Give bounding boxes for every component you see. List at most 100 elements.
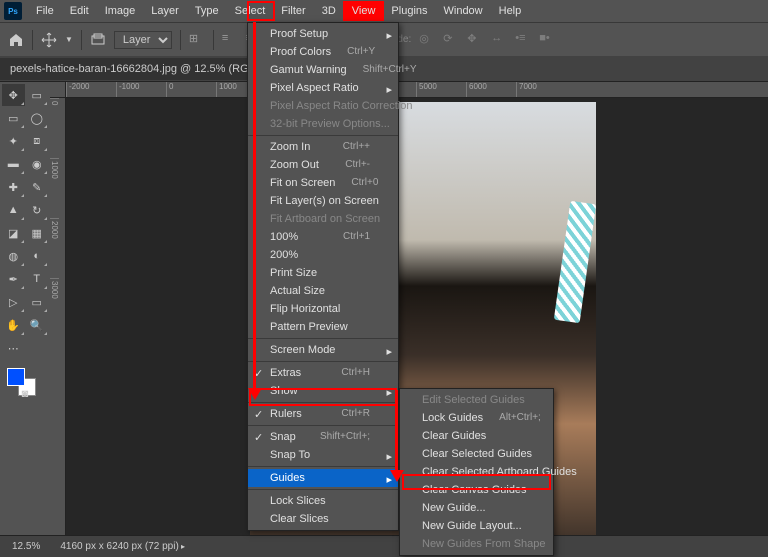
marquee-tool[interactable]: ▭	[2, 107, 25, 129]
menu-item-snap[interactable]: SnapShift+Ctrl+;✓	[248, 428, 398, 446]
document-info[interactable]: 4160 px x 6240 px (72 ppi)	[60, 541, 185, 552]
menu-item-label: Pixel Aspect Ratio Correction	[270, 100, 412, 112]
ruler-corner	[50, 82, 66, 98]
ruler-tick: 0	[50, 98, 59, 158]
menu-item-200[interactable]: 200%	[248, 246, 398, 264]
crop-tool[interactable]: ⧈	[26, 130, 49, 152]
hand-tool[interactable]: ✋	[2, 314, 25, 336]
menu-item-fit-artboard-on-screen: Fit Artboard on Screen	[248, 210, 398, 228]
menu-item-edit-selected-guides: Edit Selected Guides	[400, 391, 553, 409]
home-icon[interactable]	[8, 32, 24, 48]
menu-item-fit-on-screen[interactable]: Fit on ScreenCtrl+0	[248, 174, 398, 192]
wand-tool[interactable]: ✦	[2, 130, 25, 152]
menu-item-pattern-preview[interactable]: Pattern Preview	[248, 318, 398, 336]
history-brush-tool[interactable]: ↻	[26, 199, 49, 221]
menu-item-clear-slices[interactable]: Clear Slices	[248, 510, 398, 528]
menu-item-label: Snap To	[270, 449, 310, 461]
menu-item-zoom-out[interactable]: Zoom OutCtrl+-	[248, 156, 398, 174]
menu-shortcut: Ctrl+R	[341, 408, 370, 420]
menu-window[interactable]: Window	[436, 2, 491, 20]
menu-item-print-size[interactable]: Print Size	[248, 264, 398, 282]
menu-view[interactable]: View	[344, 2, 384, 20]
3d-slide-icon[interactable]: ↔	[491, 32, 507, 48]
menu-item-clear-guides[interactable]: Clear Guides	[400, 427, 553, 445]
menu-item-label: Edit Selected Guides	[422, 394, 525, 406]
menu-3d[interactable]: 3D	[314, 2, 344, 20]
menu-item-new-guide[interactable]: New Guide...	[400, 499, 553, 517]
menu-layer[interactable]: Layer	[143, 2, 187, 20]
menu-shortcut: Ctrl+Y	[347, 46, 375, 58]
dodge-tool[interactable]: ◐	[26, 245, 49, 267]
menu-help[interactable]: Help	[491, 2, 530, 20]
gradient-tool[interactable]: ▦	[26, 222, 49, 244]
menu-item-pixel-aspect-ratio[interactable]: Pixel Aspect Ratio▸	[248, 79, 398, 97]
shape-tool[interactable]: ▭	[26, 291, 49, 313]
menu-item-proof-setup[interactable]: Proof Setup▸	[248, 25, 398, 43]
menu-item-clear-selected-artboard-guides[interactable]: Clear Selected Artboard Guides	[400, 463, 553, 481]
menu-item-lock-guides[interactable]: Lock GuidesAlt+Ctrl+;	[400, 409, 553, 427]
zoom-tool[interactable]: 🔍	[26, 314, 49, 336]
menu-item-flip-horizontal[interactable]: Flip Horizontal	[248, 300, 398, 318]
brush-tool[interactable]: ✎	[26, 176, 49, 198]
artboard-icon: ▭	[32, 89, 42, 102]
auto-select-icon[interactable]	[90, 32, 106, 48]
align-left-icon[interactable]: ≡	[222, 32, 238, 48]
menu-item-lock-slices[interactable]: Lock Slices	[248, 492, 398, 510]
3d-roll-icon[interactable]: ⟳	[443, 32, 459, 48]
3d-zoom-icon[interactable]: •≡	[515, 32, 531, 48]
quick-mask-toggle[interactable]: ◙	[2, 383, 48, 405]
menu-item-actual-size[interactable]: Actual Size	[248, 282, 398, 300]
lasso-tool[interactable]: ◯	[26, 107, 49, 129]
menu-item-proof-colors[interactable]: Proof ColorsCtrl+Y	[248, 43, 398, 61]
menu-item-clear-canvas-guides[interactable]: Clear Canvas Guides	[400, 481, 553, 499]
zoom-level[interactable]: 12.5%	[12, 541, 40, 552]
menu-item-gamut-warning[interactable]: Gamut WarningShift+Ctrl+Y	[248, 61, 398, 79]
menu-item-zoom-in[interactable]: Zoom InCtrl++	[248, 138, 398, 156]
3d-camera-icon[interactable]: ■•	[539, 32, 555, 48]
edit-toolbar-tool[interactable]: ⋯	[2, 337, 25, 359]
menu-item-screen-mode[interactable]: Screen Mode▸	[248, 341, 398, 359]
menu-edit[interactable]: Edit	[62, 2, 97, 20]
menu-file[interactable]: File	[28, 2, 62, 20]
frame-tool[interactable]: ▬	[2, 153, 25, 175]
menu-item-guides[interactable]: Guides▸	[248, 469, 398, 487]
3d-orbit-icon[interactable]: ◎	[419, 32, 435, 48]
menu-item-100[interactable]: 100%Ctrl+1	[248, 228, 398, 246]
layer-select[interactable]: Layer	[114, 31, 172, 49]
patch-tool[interactable]: ✚	[2, 176, 25, 198]
menu-item-extras[interactable]: ExtrasCtrl+H✓	[248, 364, 398, 382]
ruler-horizontal[interactable]: -2000-100001000200030004000500060007000	[66, 82, 768, 98]
menu-type[interactable]: Type	[187, 2, 227, 20]
menu-filter[interactable]: Filter	[273, 2, 313, 20]
stamp-tool[interactable]: ▲	[2, 199, 25, 221]
move-tool[interactable]: ✥	[2, 84, 25, 106]
menu-item-snap-to[interactable]: Snap To▸	[248, 446, 398, 464]
menu-plugins[interactable]: Plugins	[383, 2, 435, 20]
menu-image[interactable]: Image	[97, 2, 144, 20]
document-tab[interactable]: pexels-hatice-baran-16662804.jpg @ 12.5%…	[0, 58, 280, 80]
menu-select[interactable]: Select	[227, 2, 274, 20]
menu-item-new-guide-layout[interactable]: New Guide Layout...	[400, 517, 553, 535]
menu-item-fit-layer-s-on-screen[interactable]: Fit Layer(s) on Screen	[248, 192, 398, 210]
view-menu-dropdown: Proof Setup▸Proof ColorsCtrl+YGamut Warn…	[247, 22, 399, 531]
move-tool-icon[interactable]	[41, 32, 57, 48]
ruler-vertical[interactable]: 0100020003000	[50, 98, 66, 544]
submenu-arrow-icon: ▸	[386, 83, 392, 96]
menu-item-label: Fit Layer(s) on Screen	[270, 195, 379, 207]
shape-icon: ▭	[32, 296, 42, 309]
artboard-tool[interactable]: ▭	[26, 84, 49, 106]
type-tool[interactable]: T	[26, 268, 49, 290]
pen-tool[interactable]: ✒	[2, 268, 25, 290]
blur-tool[interactable]: ◍	[2, 245, 25, 267]
eyedropper-tool[interactable]: ◉	[26, 153, 49, 175]
3d-pan-icon[interactable]: ✥	[467, 32, 483, 48]
menu-item-label: Zoom Out	[270, 159, 319, 171]
transform-controls-icon[interactable]: ⊞	[189, 32, 205, 48]
menu-item-rulers[interactable]: RulersCtrl+R✓	[248, 405, 398, 423]
menu-item-clear-selected-guides[interactable]: Clear Selected Guides	[400, 445, 553, 463]
menu-item-label: Snap	[270, 431, 296, 443]
menu-item-show[interactable]: Show▸	[248, 382, 398, 400]
path-tool[interactable]: ▷	[2, 291, 25, 313]
eraser-tool[interactable]: ◪	[2, 222, 25, 244]
lasso-icon: ◯	[31, 112, 43, 125]
